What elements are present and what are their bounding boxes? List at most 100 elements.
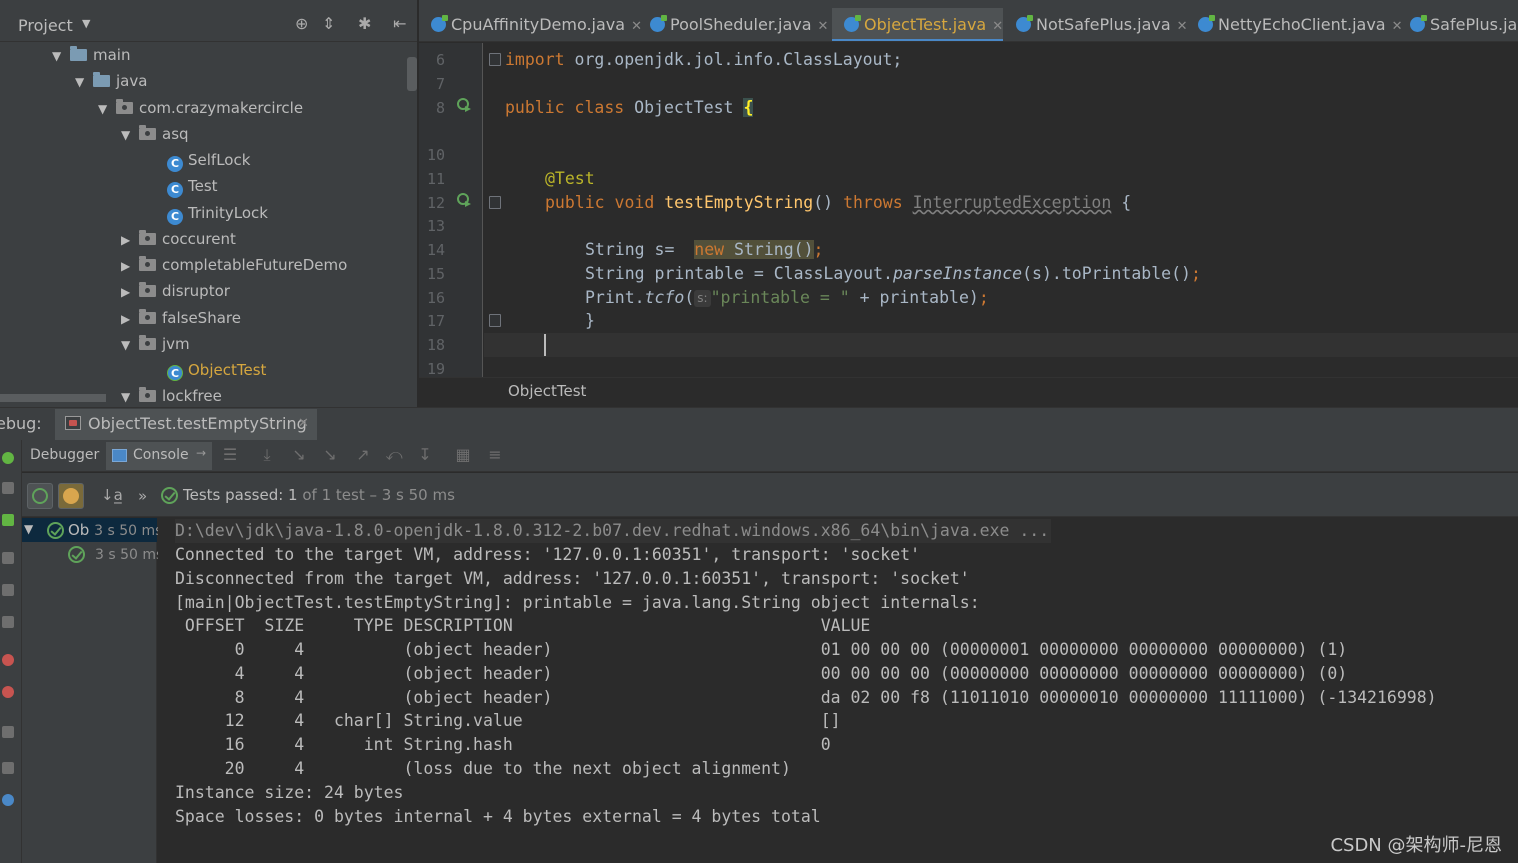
test-child-label[interactable]: 3 s 50 ms — [95, 545, 163, 563]
expand-arrow-icon[interactable]: ▼ — [121, 332, 139, 358]
console-line: Space losses: 0 bytes internal + 4 bytes… — [175, 807, 821, 826]
collapse-all-icon[interactable]: ⇕ — [322, 14, 335, 33]
more-chevron-icon[interactable]: » — [138, 487, 147, 505]
expand-arrow-icon[interactable]: ▼ — [75, 69, 93, 95]
tree-item-test[interactable]: C Test — [167, 173, 218, 199]
expand-arrow-icon[interactable]: ▼ — [121, 122, 139, 148]
class-icon — [650, 15, 667, 32]
tab-console-label[interactable]: Console — [133, 447, 189, 463]
tab-debugger[interactable]: Debugger — [30, 447, 99, 463]
trace-icon[interactable]: ≡ — [485, 446, 505, 464]
breadcrumb[interactable]: ObjectTest — [508, 382, 586, 400]
tab-notsafeplus[interactable]: NotSafePlus.java ✕ — [1004, 8, 1188, 41]
tree-item-falseshare[interactable]: ▶ falseShare — [121, 305, 241, 331]
run-test-icon[interactable] — [456, 192, 472, 208]
chevron-down-icon[interactable]: ▼ — [82, 17, 90, 30]
check-icon — [32, 488, 48, 504]
line-number: 12 — [426, 194, 445, 212]
play-icon[interactable] — [2, 552, 14, 564]
tab-cpuaffinitydemo[interactable]: CpuAffinityDemo.java ✕ — [419, 8, 642, 41]
tree-item-selflock[interactable]: C SelfLock — [167, 147, 250, 173]
settings-icon[interactable] — [2, 794, 14, 806]
show-ignored-button[interactable] — [58, 483, 84, 509]
expand-arrow-icon[interactable]: ▼ — [121, 384, 139, 407]
tree-horizontal-scrollbar[interactable] — [0, 394, 106, 402]
class-icon: C — [167, 209, 183, 225]
resume-icon[interactable] — [2, 482, 14, 494]
show-passed-button[interactable] — [27, 483, 53, 509]
tree-vertical-scrollbar[interactable] — [407, 57, 417, 91]
tree-item-main[interactable]: ▼ main — [52, 42, 130, 68]
test-root-label[interactable]: Ob 3 s 50 ms — [68, 521, 162, 539]
gear-icon[interactable]: ✱ — [358, 14, 371, 33]
evaluate-icon[interactable]: ▦ — [453, 446, 473, 464]
hide-panel-icon[interactable]: ⇤ — [393, 14, 406, 33]
line-number: 8 — [435, 99, 445, 117]
close-icon[interactable]: ✕ — [992, 19, 1003, 34]
tree-item-java[interactable]: ▼ java — [75, 68, 147, 94]
expand-arrow-icon[interactable]: ▶ — [121, 306, 139, 332]
expand-arrow-icon[interactable]: ▶ — [121, 253, 139, 279]
class-icon — [1016, 15, 1033, 32]
project-panel-title[interactable]: Project — [18, 16, 73, 35]
tree-item-objecttest[interactable]: C ObjectTest — [167, 357, 266, 383]
run-test-icon[interactable] — [456, 97, 472, 113]
package-icon — [139, 230, 156, 245]
expand-arrow-icon[interactable]: ▶ — [121, 279, 139, 305]
tab-safeplus[interactable]: SafePlus.jav — [1398, 8, 1518, 41]
tree-item-lockfree[interactable]: ▼ lockfree — [121, 383, 222, 407]
mute-breakpoints-icon[interactable] — [2, 686, 14, 698]
console-line: Connected to the target VM, address: '12… — [175, 545, 921, 564]
code-line-15: String printable = ClassLayout.parseInst… — [585, 264, 1201, 283]
tree-item-disruptor[interactable]: ▶ disruptor — [121, 278, 230, 304]
line-number: 14 — [426, 241, 445, 259]
tree-item-asq[interactable]: ▼ asq — [121, 121, 189, 147]
package-icon — [116, 99, 133, 114]
expand-arrow-icon[interactable]: ▼ — [98, 96, 116, 122]
close-icon[interactable]: ✕ — [818, 19, 829, 34]
tests-status: Tests passed: 1 of 1 test – 3 s 50 ms — [183, 486, 455, 504]
fold-icon[interactable] — [489, 314, 501, 327]
folder-icon — [93, 72, 110, 87]
pin-icon[interactable]: → — [196, 446, 206, 460]
sort-alphabetically-icon[interactable]: ↓a̲ — [101, 486, 123, 504]
stop-icon[interactable] — [2, 616, 14, 628]
tree-item-jvm[interactable]: ▼ jvm — [121, 331, 190, 357]
layout-icon[interactable] — [2, 762, 14, 774]
console-line: OFFSET SIZE TYPE DESCRIPTION VALUE — [175, 616, 871, 635]
tree-item-trinitylock[interactable]: C TrinityLock — [167, 200, 268, 226]
tree-item-package[interactable]: ▼ com.crazymakercircle — [98, 95, 303, 121]
close-icon[interactable]: ✕ — [298, 416, 309, 431]
fold-icon[interactable] — [489, 196, 501, 209]
package-icon — [139, 335, 156, 350]
debug-icon[interactable] — [2, 514, 14, 526]
class-icon: C — [167, 182, 183, 198]
package-icon — [139, 256, 156, 271]
class-icon — [1198, 15, 1215, 32]
step-out-icon[interactable]: ↗ — [353, 446, 373, 464]
camera-icon[interactable] — [2, 726, 14, 738]
expand-arrow-icon[interactable]: ▼ — [52, 43, 70, 69]
locate-icon[interactable]: ⊕ — [295, 14, 308, 33]
force-step-into-icon[interactable]: ↘ — [320, 446, 340, 464]
tree-item-coccurent[interactable]: ▶ coccurent — [121, 226, 236, 252]
tree-item-completablefuturedemo[interactable]: ▶ completableFutureDemo — [121, 252, 347, 278]
step-into-icon[interactable]: ↘ — [289, 446, 309, 464]
run-to-cursor-icon[interactable]: ↧ — [415, 446, 435, 464]
console-line: Disconnected from the target VM, address… — [175, 569, 970, 588]
expand-arrow-icon[interactable]: ▼ — [24, 522, 33, 536]
drop-frame-icon[interactable]: ⤺ — [384, 446, 404, 464]
tab-poolsheduler[interactable]: PoolSheduler.java ✕ — [638, 8, 832, 41]
debug-session-label[interactable]: ObjectTest.testEmptyString — [88, 414, 307, 433]
step-over-icon[interactable]: ⤓ — [257, 446, 277, 464]
tab-objecttest[interactable]: ObjectTest.java ✕ — [832, 8, 1003, 41]
tab-nettyechoclient[interactable]: NettyEchoClient.java ✕ — [1186, 8, 1403, 41]
fold-icon[interactable] — [489, 53, 501, 66]
pause-icon[interactable] — [2, 584, 14, 596]
current-line-highlight — [484, 333, 1518, 357]
rerun-icon[interactable] — [2, 452, 14, 464]
expand-arrow-icon[interactable]: ▶ — [121, 227, 139, 253]
show-execution-point-icon[interactable]: ☰ — [220, 446, 240, 464]
code-line-16: Print.tcfo(s: "printable = " + printable)… — [585, 288, 989, 307]
breakpoints-icon[interactable] — [2, 654, 14, 666]
